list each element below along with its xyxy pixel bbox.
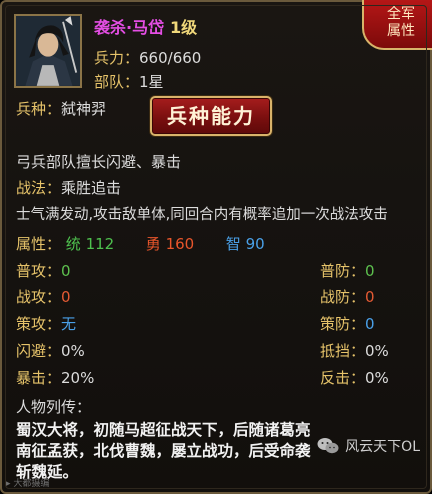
watermark-wechat: 风云天下OL	[317, 436, 420, 456]
tab-line2: 属性	[387, 23, 415, 39]
all-army-attributes-tab[interactable]: 全军 属性	[362, 0, 432, 50]
stat-value: 20%	[61, 369, 95, 387]
hero-portrait-art	[16, 16, 80, 86]
stat-label: 暴击：	[16, 369, 62, 387]
hero-info-panel: 袭杀·马岱 1级 兵力：660/660 部队：1星 全军 属性 兵种：弑神羿 兵…	[0, 0, 432, 494]
troop-label: 兵力：	[94, 49, 140, 67]
tab-line1: 全军	[387, 6, 415, 22]
stat-label: 普防：	[320, 262, 366, 280]
hero-portrait	[14, 14, 82, 88]
wechat-icon	[317, 437, 339, 455]
stat-value: 0	[61, 262, 71, 280]
stat-block: 抵挡：0%	[320, 340, 389, 361]
stat-label: 策攻：	[16, 315, 62, 333]
troop-row: 兵力：660/660	[94, 47, 201, 68]
stat-battle-defense: 战防：0	[320, 286, 375, 307]
unit-ability-button[interactable]: 兵种能力	[150, 96, 272, 136]
tactic-label: 战法：	[16, 179, 62, 197]
stat-battle-attack: 战攻：0	[16, 286, 71, 307]
stat-value: 0%	[365, 342, 389, 360]
stat-label: 抵挡：	[320, 342, 366, 360]
biography-title: 人物列传：	[16, 398, 92, 416]
troop-value: 660/660	[139, 49, 202, 67]
biography-text: 蜀汉大将，初随马超征战天下，后随诸葛亮南征孟获，北伐曹魏，屡立战功，后受命袭斩魏…	[16, 421, 311, 481]
attr-zhi-label: 智	[225, 235, 241, 253]
hero-level: 1级	[170, 18, 198, 37]
stat-strategy-attack: 策攻：无	[16, 313, 76, 334]
hero-name: 袭杀·马岱	[94, 18, 165, 37]
stat-critical: 暴击：20%	[16, 367, 94, 388]
tactic-name: 乘胜追击	[61, 179, 122, 197]
stat-label: 反击：	[320, 369, 366, 387]
watermark-right-text: 风云天下OL	[345, 439, 420, 455]
stat-value: 0%	[61, 342, 85, 360]
attributes-row: 属性： 统 112 勇 160 智 90	[16, 233, 265, 254]
stat-counter: 反击：0%	[320, 367, 389, 388]
team-value: 1星	[139, 73, 164, 91]
attributes-label: 属性：	[16, 235, 62, 253]
stat-normal-attack: 普攻：0	[16, 260, 71, 281]
stat-value: 0	[61, 288, 71, 306]
attr-yong-label: 勇	[145, 235, 161, 253]
attr-tong-value: 112	[85, 235, 115, 253]
stat-dodge: 闪避：0%	[16, 340, 85, 361]
attr-zhi-value: 90	[245, 235, 265, 253]
unit-type-value: 弑神羿	[61, 100, 107, 118]
stat-label: 战攻：	[16, 288, 62, 306]
stat-value: 无	[61, 315, 77, 333]
stat-label: 策防：	[320, 315, 366, 333]
unit-type-label: 兵种：	[16, 100, 62, 118]
attr-tong-label: 统	[65, 235, 81, 253]
team-label: 部队：	[94, 73, 140, 91]
watermark-left-text: 大都摄编	[13, 479, 50, 489]
tactic-row: 战法：乘胜追击	[16, 177, 121, 198]
stat-value: 0	[365, 288, 375, 306]
stat-strategy-defense: 策防：0	[320, 313, 375, 334]
stat-label: 战防：	[320, 288, 366, 306]
watermark-left: ▸ 大都摄编	[6, 476, 49, 489]
attr-yong-value: 160	[165, 235, 195, 253]
stat-value: 0	[365, 315, 375, 333]
team-row: 部队：1星	[94, 71, 164, 92]
stat-value: 0	[365, 262, 375, 280]
stat-normal-defense: 普防：0	[320, 260, 375, 281]
stat-label: 闪避：	[16, 342, 62, 360]
stat-value: 0%	[365, 369, 389, 387]
unit-description: 弓兵部队擅长闪避、暴击	[16, 153, 182, 171]
unit-type-row: 兵种：弑神羿	[16, 98, 106, 119]
stat-label: 普攻：	[16, 262, 62, 280]
tactic-description: 士气满发动,攻击敌单体,同回合内有概率追加一次战法攻击	[16, 207, 388, 223]
